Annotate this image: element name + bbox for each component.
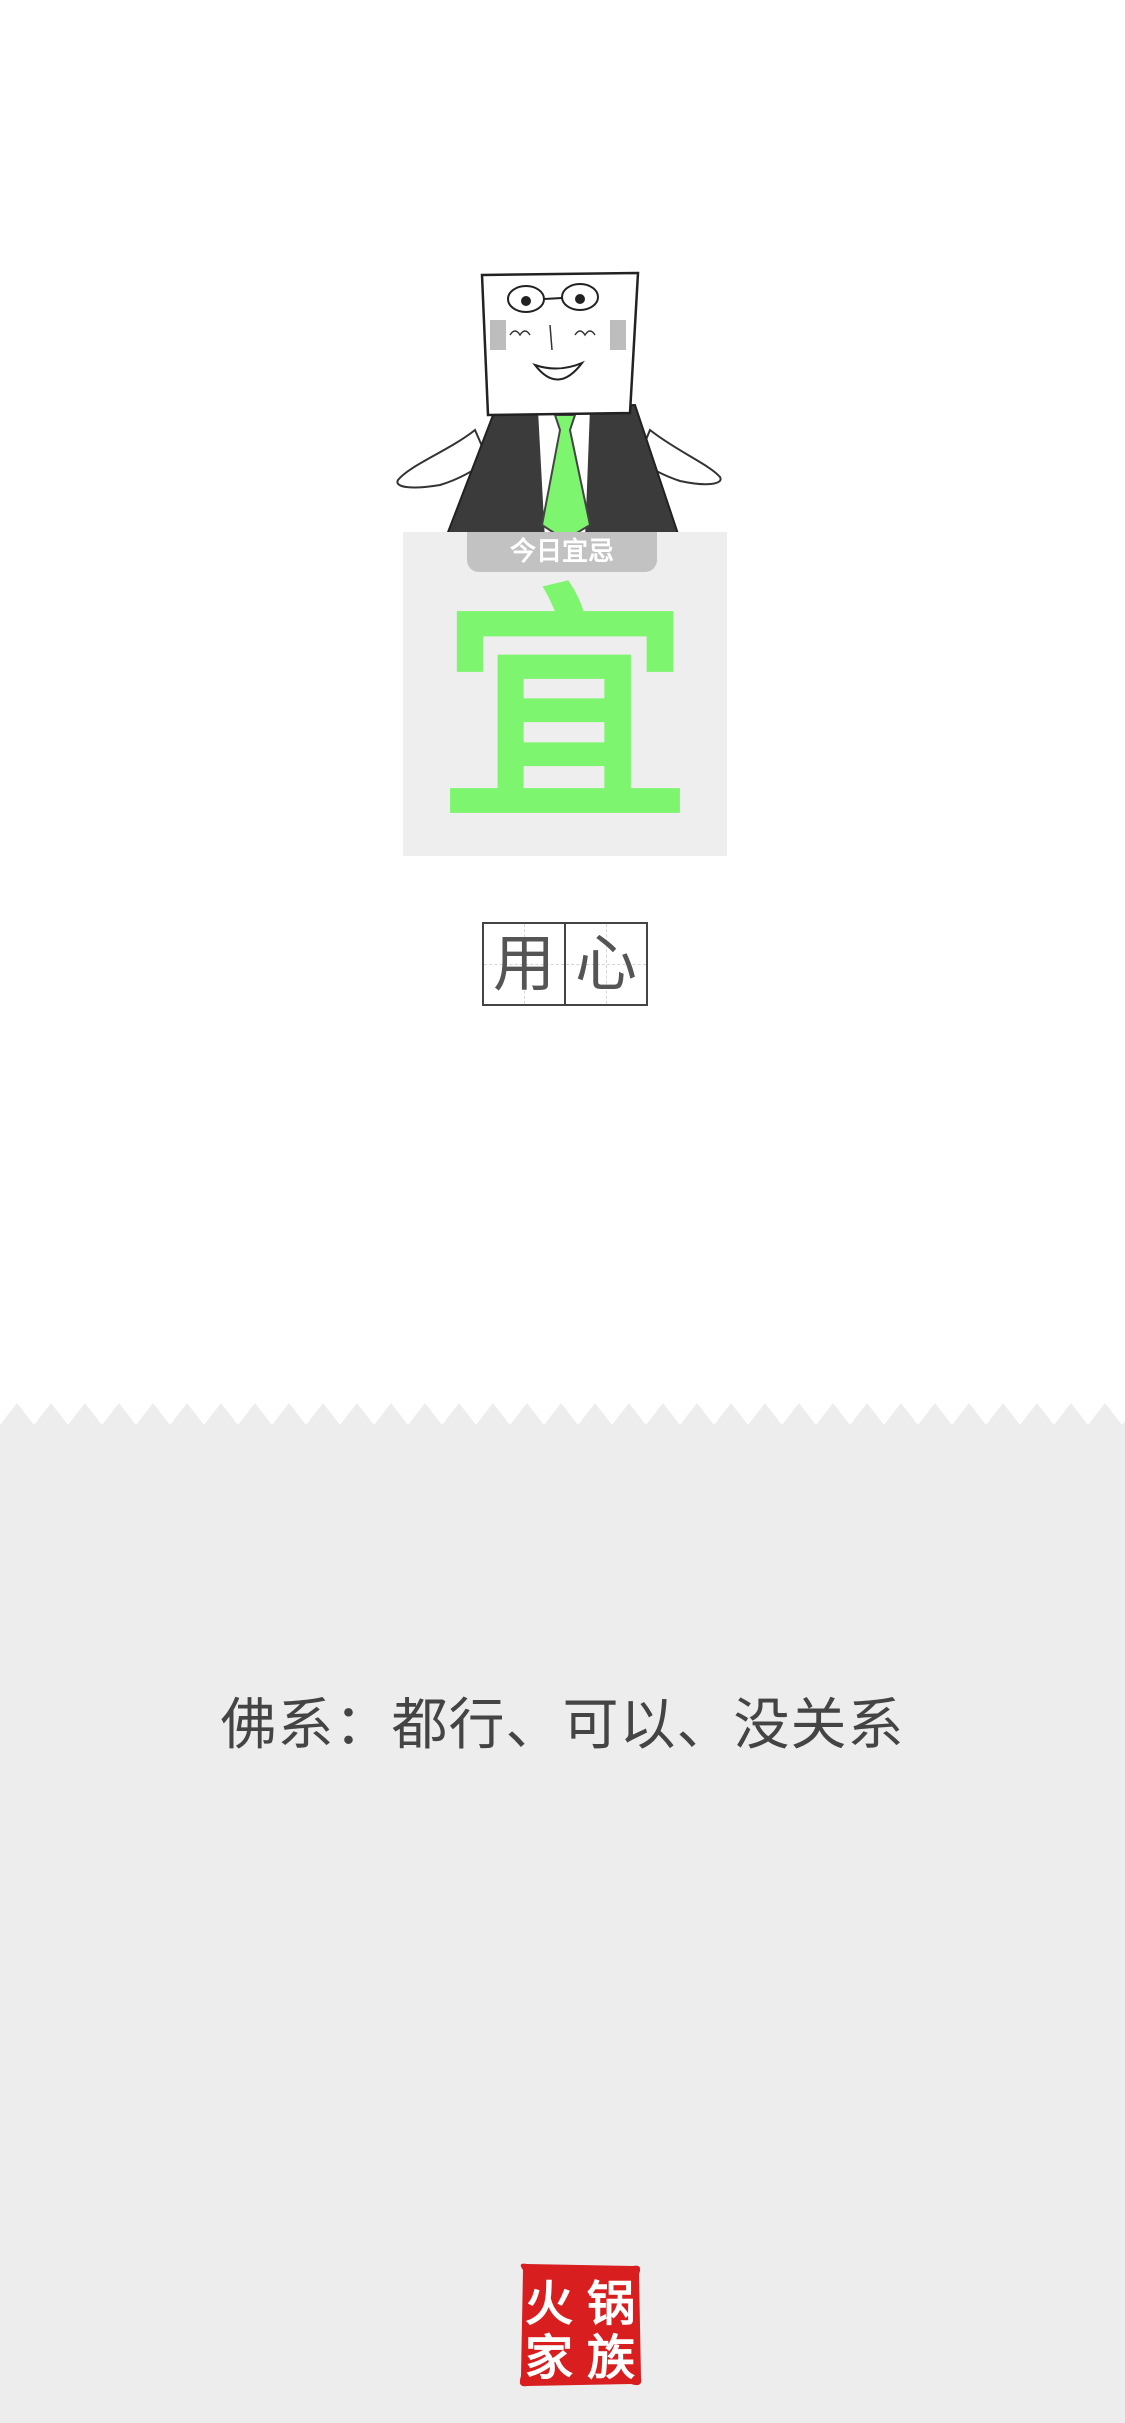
seal-stamp-icon: 火 锅 家 族 bbox=[519, 2263, 642, 2387]
svg-text:火: 火 bbox=[525, 2276, 573, 2332]
page: 今日宜忌 宜 用 心 佛系：都行、可以、没关系 火 锅 家 族 bbox=[0, 0, 1125, 2423]
quote-text: 佛系：都行、可以、没关系 bbox=[220, 1693, 905, 1758]
box-head-character-illustration bbox=[396, 271, 722, 540]
svg-text:锅: 锅 bbox=[587, 2276, 635, 2332]
word-cell: 用 bbox=[482, 922, 566, 1006]
word-grid: 用 心 bbox=[482, 922, 648, 1006]
big-character: 宜 bbox=[440, 564, 690, 855]
svg-text:族: 族 bbox=[587, 2330, 635, 2386]
word-char: 用 bbox=[492, 927, 555, 1000]
zigzag-divider bbox=[0, 1403, 1125, 1425]
svg-text:家: 家 bbox=[525, 2330, 573, 2386]
word-char: 心 bbox=[574, 927, 637, 1000]
word-cell: 心 bbox=[564, 922, 648, 1006]
